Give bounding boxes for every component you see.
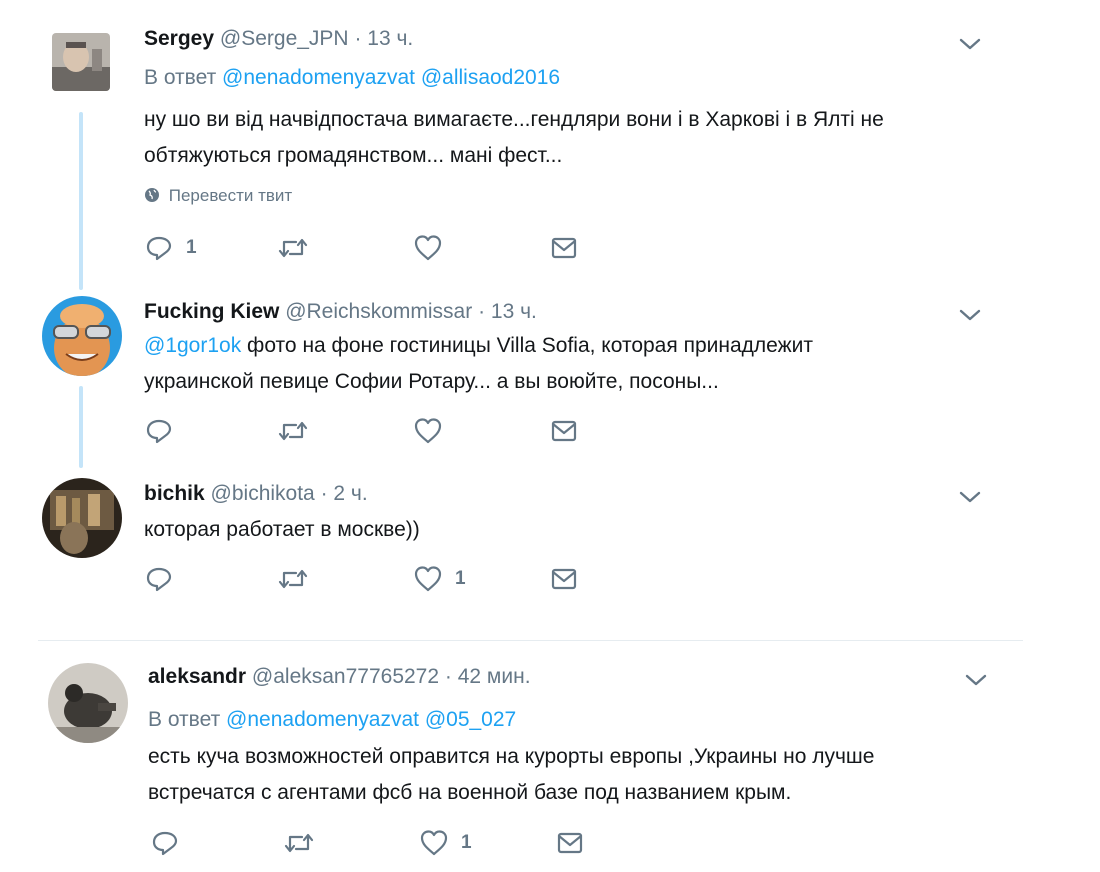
retweet-button[interactable] — [276, 233, 310, 263]
globe-icon — [145, 188, 159, 202]
separator-dot: · — [478, 300, 486, 323]
reply-icon — [152, 831, 178, 856]
retweet-button[interactable] — [276, 564, 310, 594]
direct-message-button[interactable] — [555, 828, 585, 858]
direct-message-icon — [551, 237, 577, 259]
retweet-icon — [278, 238, 308, 258]
tweet-header: bichik @bichikota · 2 ч. — [144, 482, 368, 506]
tweet-text-line: обтяжуються громадянством... мані фест..… — [144, 144, 563, 167]
direct-message-icon — [551, 568, 577, 590]
mention-link[interactable]: @05_027 — [425, 708, 516, 731]
tweet-actions — [144, 416, 604, 446]
retweet-button[interactable] — [282, 828, 316, 858]
timestamp[interactable]: 13 ч. — [491, 300, 537, 323]
like-count: 1 — [461, 832, 472, 853]
avatar[interactable] — [48, 663, 128, 743]
separator-dot: · — [354, 27, 362, 50]
tweet-text-line: встречатся с агентами фсб на военной баз… — [148, 781, 792, 804]
reply-button[interactable]: 1 — [144, 233, 197, 263]
separator-dot: · — [444, 665, 452, 688]
retweet-icon — [278, 569, 308, 589]
separator-dot: · — [320, 482, 328, 505]
reply-count: 1 — [186, 237, 197, 258]
tweet-text-line: @1gor1ok фото на фоне гостиницы Villa So… — [144, 328, 1004, 364]
display-name[interactable]: bichik — [144, 482, 205, 505]
like-icon — [414, 418, 442, 444]
tweet-text: есть куча возможностей оправится на куро… — [148, 739, 1008, 811]
like-icon — [420, 830, 448, 856]
like-button[interactable] — [413, 233, 443, 263]
tweet-header: Fucking Kiew @Reichskommissar · 13 ч. — [144, 300, 537, 324]
translate-tweet-link[interactable]: Перевести твит — [144, 186, 292, 206]
chevron-down-icon[interactable] — [957, 306, 983, 324]
timestamp[interactable]: 2 ч. — [333, 482, 367, 505]
direct-message-icon — [557, 832, 583, 854]
reply-button[interactable] — [144, 564, 174, 594]
reply-icon — [146, 236, 172, 261]
user-handle[interactable]: @Serge_JPN — [220, 27, 349, 50]
display-name[interactable]: aleksandr — [148, 665, 246, 688]
tweet-actions: 1 — [144, 233, 604, 263]
mention-link[interactable]: @nenadomenyazvat — [226, 708, 419, 731]
like-count: 1 — [455, 568, 466, 589]
avatar[interactable] — [42, 478, 122, 558]
timestamp[interactable]: 42 мин. — [458, 665, 531, 688]
reply-prefix: В ответ — [144, 66, 217, 89]
tweet-text-line: украинской певице Софии Ротару... а вы в… — [144, 370, 719, 393]
retweet-button[interactable] — [276, 416, 310, 446]
retweet-icon — [278, 421, 308, 441]
thread-line — [79, 112, 83, 290]
thread-line — [79, 386, 83, 468]
chevron-down-icon[interactable] — [957, 488, 983, 506]
display-name[interactable]: Sergey — [144, 27, 214, 50]
tweet-text-line: которая работает в москве)) — [144, 518, 420, 541]
tweet-text-line: ну шо ви від начвідпостача вимагаєте...г… — [144, 108, 884, 131]
reply-button[interactable] — [150, 828, 180, 858]
reply-prefix: В ответ — [148, 708, 221, 731]
reply-to-line: В ответ @nenadomenyazvat @allisaod2016 — [144, 66, 560, 90]
tweet-header: Sergey @Serge_JPN · 13 ч. — [144, 27, 413, 51]
user-handle[interactable]: @Reichskommissar — [285, 300, 472, 323]
tweet-text: которая работает в москве)) — [144, 512, 1004, 548]
tweet-bichik[interactable]: bichik @bichikota · 2 ч. которая работае… — [0, 468, 1024, 638]
direct-message-button[interactable] — [549, 564, 579, 594]
reply-to-line: В ответ @nenadomenyazvat @05_027 — [148, 708, 516, 732]
translate-label: Перевести твит — [168, 186, 293, 205]
tweet-actions: 1 — [150, 828, 610, 858]
tweet-fucking-kiew[interactable]: Fucking Kiew @Reichskommissar · 13 ч. @1… — [0, 290, 1024, 468]
tweet-actions: 1 — [144, 564, 604, 594]
reply-button[interactable] — [144, 416, 174, 446]
tweet-text: ну шо ви від начвідпостача вимагаєте...г… — [144, 102, 1004, 174]
direct-message-button[interactable] — [549, 416, 579, 446]
tweet-header: aleksandr @aleksan77765272 · 42 мин. — [148, 665, 531, 689]
reply-icon — [146, 567, 172, 592]
avatar[interactable] — [52, 33, 110, 91]
avatar[interactable] — [42, 296, 122, 376]
retweet-icon — [284, 833, 314, 853]
like-button[interactable] — [413, 416, 443, 446]
chevron-down-icon[interactable] — [963, 671, 989, 689]
mention-link[interactable]: @1gor1ok — [144, 334, 241, 357]
tweet-sergey[interactable]: Sergey @Serge_JPN · 13 ч. В ответ @nenad… — [0, 0, 1024, 290]
tweet-text: @1gor1ok фото на фоне гостиницы Villa So… — [144, 328, 1004, 400]
like-button[interactable]: 1 — [419, 828, 472, 858]
tweet-aleksandr[interactable]: aleksandr @aleksan77765272 · 42 мин. В о… — [0, 641, 1024, 872]
tweet-text-segment: фото на фоне гостиницы Villa Sofia, кото… — [241, 334, 813, 357]
direct-message-button[interactable] — [549, 233, 579, 263]
display-name[interactable]: Fucking Kiew — [144, 300, 279, 323]
like-button[interactable]: 1 — [413, 564, 466, 594]
like-icon — [414, 566, 442, 592]
mention-link[interactable]: @allisaod2016 — [421, 66, 560, 89]
tweet-text-line: есть куча возможностей оправится на куро… — [148, 745, 875, 768]
timestamp[interactable]: 13 ч. — [367, 27, 413, 50]
user-handle[interactable]: @aleksan77765272 — [252, 665, 439, 688]
user-handle[interactable]: @bichikota — [211, 482, 315, 505]
reply-icon — [146, 419, 172, 444]
chevron-down-icon[interactable] — [957, 35, 983, 53]
direct-message-icon — [551, 420, 577, 442]
mention-link[interactable]: @nenadomenyazvat — [222, 66, 415, 89]
like-icon — [414, 235, 442, 261]
